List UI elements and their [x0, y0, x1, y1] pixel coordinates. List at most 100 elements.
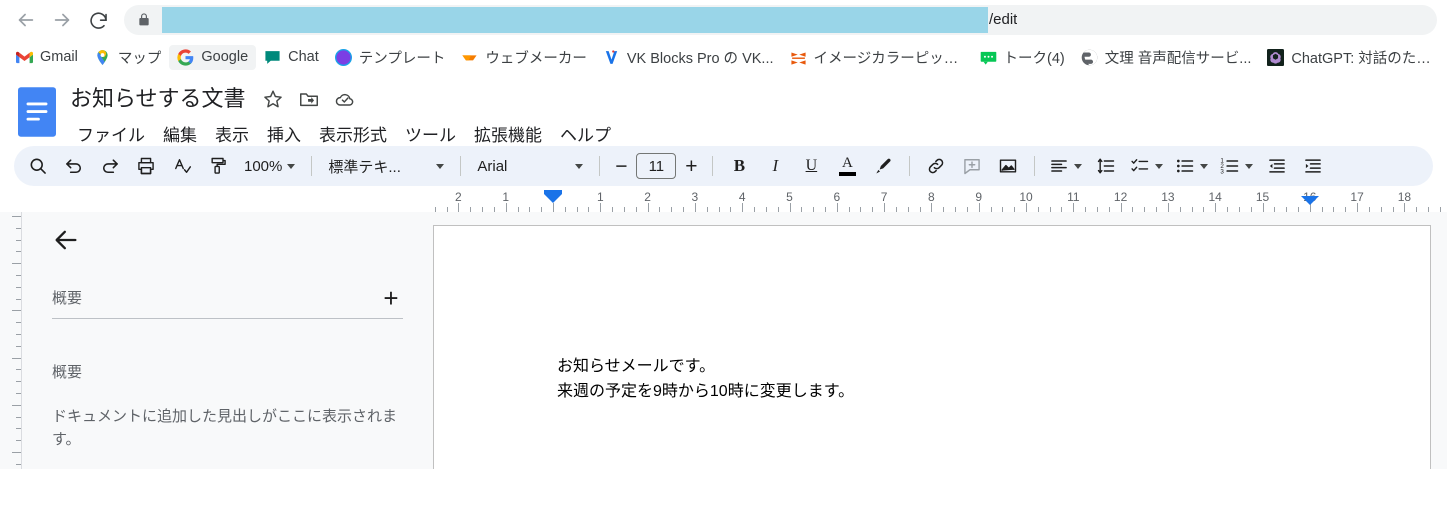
vertical-ruler-tick [12, 404, 21, 406]
reload-icon [89, 11, 107, 29]
menu-item-help[interactable]: ヘルプ [551, 118, 620, 149]
ruler-tick [1357, 203, 1359, 212]
url-text[interactable]: /edit [162, 5, 1017, 35]
font-size-input[interactable]: 11 [636, 153, 677, 179]
decrease-font-size-button[interactable]: − [608, 152, 634, 180]
ruler-tick [458, 203, 460, 212]
menu-item-extensions[interactable]: 拡張機能 [465, 118, 551, 149]
bookmark-vk-blocks[interactable]: VK Blocks Pro の VK... [595, 43, 782, 72]
ruler-tick [931, 203, 933, 212]
left-indent-marker[interactable] [544, 194, 562, 203]
bulleted-list-button[interactable] [1172, 151, 1211, 181]
line-spacing-button[interactable] [1091, 151, 1121, 181]
url-selected-region[interactable] [162, 7, 988, 33]
menu-item-format[interactable]: 表示形式 [310, 118, 396, 149]
gmail-icon [16, 51, 33, 63]
vertical-ruler[interactable] [0, 212, 22, 469]
ruler-number: 18 [1397, 190, 1412, 204]
google-docs-app: お知らせする文書 ファイル 編集 表示 挿入 表示形式 ツール 拡張機能 ヘルプ… [0, 74, 1447, 469]
comment-plus-icon [964, 159, 981, 175]
menu-item-insert[interactable]: 挿入 [258, 118, 310, 149]
menu-item-edit[interactable]: 編集 [154, 118, 206, 149]
google-docs-icon[interactable] [18, 87, 56, 137]
menu-item-tools[interactable]: ツール [396, 118, 465, 149]
search-button[interactable] [23, 151, 53, 181]
outline-header: 概要 + [52, 285, 403, 318]
bookmark-chatgpt[interactable]: ChatGPT: 対話のため... [1259, 43, 1447, 72]
reload-button[interactable] [80, 2, 116, 38]
document-page[interactable]: お知らせメールです。 来週の予定を9時から10時に変更します。 [433, 225, 1431, 469]
bookmark-google[interactable]: Google [169, 44, 257, 70]
cloud-saved-icon[interactable] [334, 88, 356, 110]
menu-bar: ファイル 編集 表示 挿入 表示形式 ツール 拡張機能 ヘルプ [68, 118, 620, 149]
decrease-indent-button[interactable] [1262, 151, 1292, 181]
ruler-number: 9 [975, 190, 983, 204]
paragraph-style-select[interactable]: 標準テキ... [322, 151, 450, 181]
redo-button[interactable] [95, 151, 125, 181]
spellcheck-icon [175, 159, 192, 173]
print-button[interactable] [131, 151, 161, 181]
template-icon [334, 48, 352, 66]
italic-button[interactable]: I [760, 151, 790, 181]
bookmark-template[interactable]: テンプレート [327, 43, 454, 72]
bookmark-image-color-picker[interactable]: イメージカラーピッカー |... [782, 43, 972, 72]
document-title[interactable]: お知らせする文書 [68, 84, 248, 114]
ruler-number: 5 [786, 190, 793, 204]
move-to-folder-icon[interactable] [298, 88, 320, 110]
left-margin-marker[interactable] [544, 190, 562, 194]
bookmark-maps[interactable]: マップ [86, 43, 170, 72]
bookmark-gmail[interactable]: Gmail [8, 45, 86, 70]
undo-button[interactable] [59, 151, 89, 181]
docs-header: お知らせする文書 ファイル 編集 表示 挿入 表示形式 ツール 拡張機能 ヘルプ [0, 74, 1447, 146]
ruler-tick [884, 203, 886, 212]
bookmark-talk[interactable]: トーク(4) [972, 43, 1073, 72]
numbered-list-button[interactable]: 1 2 3 [1217, 151, 1256, 181]
document-line[interactable]: 来週の予定を9時から10時に変更します。 [557, 379, 1430, 404]
bulleted-list-icon [1177, 159, 1194, 173]
lock-icon [139, 13, 149, 26]
text-color-button[interactable]: A [832, 151, 862, 181]
horizontal-ruler[interactable]: 2 1 1 2 3 4 5 6 7 8 9 10 11 12 13 14 15 16 17 18 [433, 186, 1447, 212]
right-indent-marker[interactable] [1300, 196, 1319, 205]
back-button[interactable] [8, 2, 44, 38]
highlight-button[interactable] [868, 151, 898, 181]
ruler-tick [978, 203, 980, 212]
insert-link-button[interactable] [921, 151, 951, 181]
paragraph-style-value: 標準テキ... [328, 158, 401, 176]
italic-icon: I [772, 156, 779, 175]
document-line[interactable]: お知らせメールです。 [557, 354, 1430, 379]
underline-button[interactable]: U [796, 151, 826, 181]
menu-item-file[interactable]: ファイル [68, 118, 154, 149]
bookmark-chat[interactable]: Chat [256, 45, 327, 70]
vertical-ruler-tick [12, 357, 21, 359]
increase-indent-button[interactable] [1298, 151, 1328, 181]
back-arrow-icon[interactable] [52, 226, 80, 254]
paint-format-button[interactable] [203, 151, 233, 181]
forward-button[interactable] [44, 2, 80, 38]
align-button[interactable] [1046, 151, 1085, 181]
chatgpt-icon [1267, 48, 1285, 66]
font-family-select[interactable]: Arial [471, 151, 589, 181]
increase-font-size-button[interactable]: + [678, 152, 704, 180]
menu-item-view[interactable]: 表示 [206, 118, 258, 149]
star-icon[interactable] [262, 88, 284, 110]
bookmark-bunri-audio[interactable]: 文理 音声配信サービ... [1073, 43, 1260, 72]
zoom-select[interactable]: 100% [238, 151, 301, 181]
checklist-button[interactable] [1127, 151, 1166, 181]
bold-button[interactable]: B [724, 151, 754, 181]
chevron-down-icon [1200, 163, 1209, 169]
align-left-icon [1051, 160, 1068, 172]
vertical-ruler-tick [12, 263, 21, 265]
insert-image-button[interactable] [993, 151, 1023, 181]
spellcheck-button[interactable] [167, 151, 197, 181]
bookmark-label: トーク(4) [1003, 50, 1065, 67]
vertical-ruler-tick [16, 393, 21, 394]
add-comment-button[interactable] [957, 151, 987, 181]
add-outline-button[interactable]: + [379, 285, 403, 311]
bookmark-webmaker[interactable]: ウェブメーカー [453, 43, 595, 72]
image-icon [1000, 159, 1017, 173]
highlight-pen-icon [876, 158, 891, 174]
font-family-value: Arial [477, 157, 508, 175]
bookmark-label: Gmail [40, 49, 78, 65]
address-bar[interactable]: /edit [124, 5, 1437, 35]
